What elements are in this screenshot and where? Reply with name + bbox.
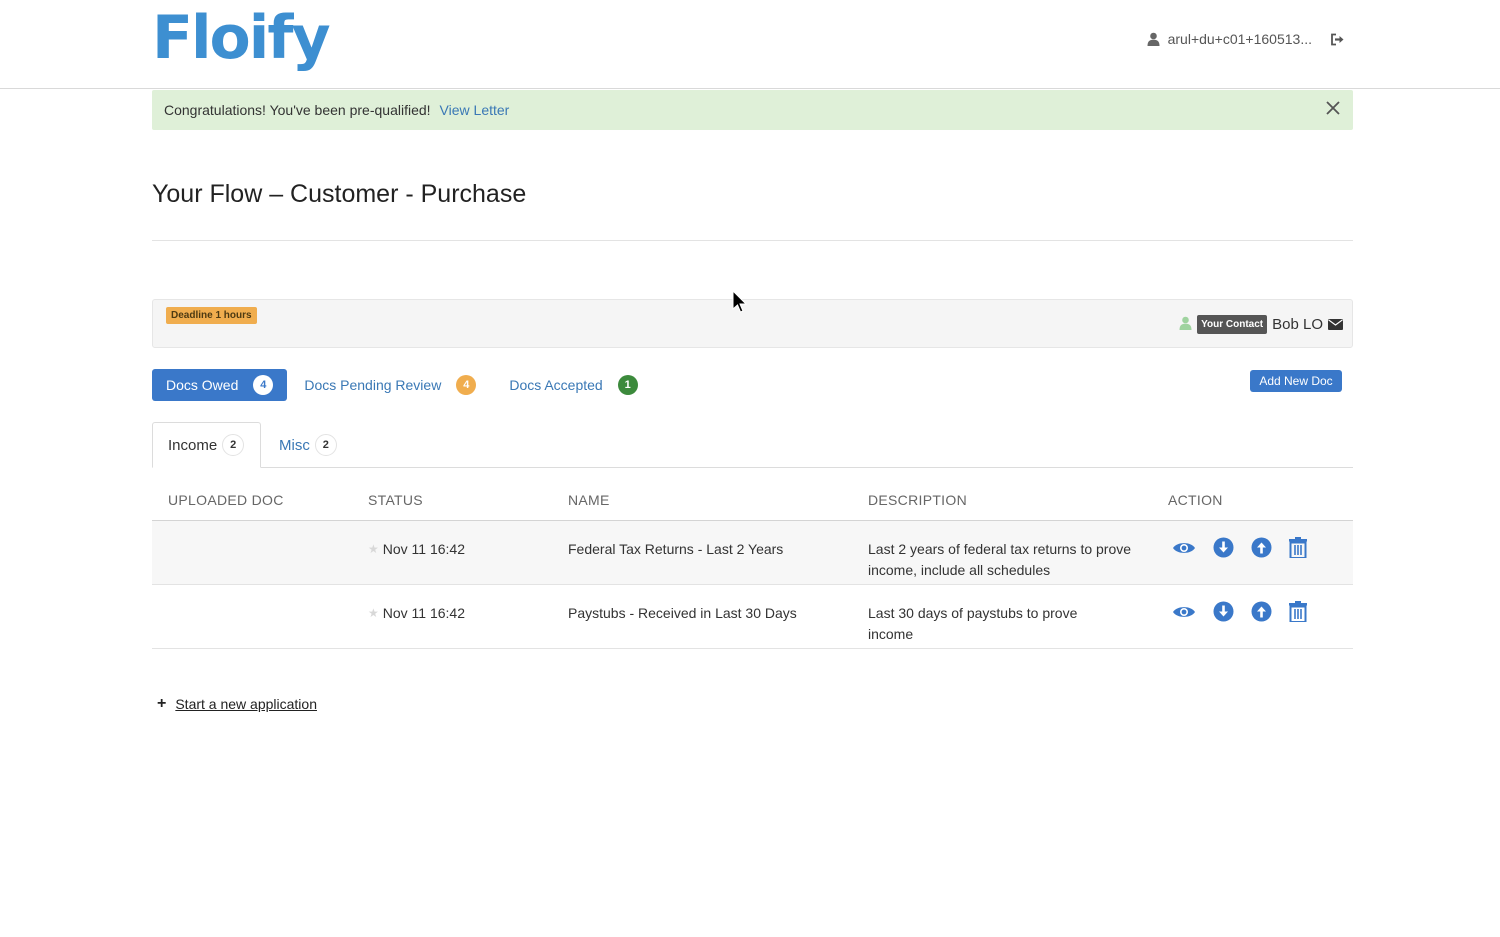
prequalified-alert: Congratulations! You've been pre-qualifi… [152,90,1353,130]
start-new-application-link[interactable]: Start a new application [175,696,317,712]
doc-description: Last 30 days of paystubs to prove income [868,605,1078,642]
doc-status-tabs: Docs Owed 4 Docs Pending Review 4 Docs A… [152,369,652,401]
count-badge: 2 [314,434,337,456]
column-header-action: ACTION [1168,492,1223,508]
floify-logo[interactable]: Floify [152,2,331,74]
tab-label: Docs Accepted [509,377,603,393]
plus-icon: + [157,695,167,712]
doc-description: Last 2 years of federal tax returns to p… [868,541,1132,578]
download-icon[interactable] [1213,601,1234,622]
close-icon[interactable] [1325,100,1341,119]
row-actions [1172,601,1307,622]
tab-income[interactable]: Income 2 [152,422,261,468]
tab-label: Docs Pending Review [304,377,442,393]
title-divider [152,240,1353,241]
table-header: UPLOADED DOC STATUS NAME DESCRIPTION ACT… [152,478,1353,521]
status-date: Nov 11 16:42 [382,541,466,557]
flow-info-bar: Deadline 1 hours Your Contact Bob LO [152,299,1353,348]
column-header-status: STATUS [368,492,423,508]
upload-icon[interactable] [1251,537,1272,558]
star-icon[interactable]: ★ [368,539,379,560]
tab-misc[interactable]: Misc 2 [264,422,352,468]
trash-icon[interactable] [1289,601,1307,622]
count-badge: 4 [253,375,274,395]
trash-icon[interactable] [1289,537,1307,558]
column-header-uploaded-doc: UPLOADED DOC [168,492,284,508]
tab-docs-owed[interactable]: Docs Owed 4 [152,369,288,401]
tab-label: Income [168,436,218,454]
your-contact-badge: Your Contact [1197,315,1268,334]
status-cell: ★ Nov 11 16:42 [368,539,465,560]
add-new-doc-button[interactable]: Add New Doc [1250,370,1342,392]
status-cell: ★ Nov 11 16:42 [368,603,465,624]
count-badge: 4 [456,375,477,395]
upload-icon[interactable] [1251,601,1272,622]
column-header-name: NAME [568,492,610,508]
username-link[interactable]: arul+du+c01+160513... [1168,31,1312,47]
mouse-cursor-icon [732,289,748,317]
page-title: Your Flow – Customer - Purchase [152,180,527,208]
contact-person-icon [1179,316,1192,333]
contact-name: Bob LO [1272,316,1323,333]
user-icon [1147,32,1160,46]
logout-icon[interactable] [1330,33,1345,46]
status-date: Nov 11 16:42 [382,605,466,621]
start-new-application[interactable]: + Start a new application [157,695,317,713]
view-letter-link[interactable]: View Letter [440,102,510,118]
tab-docs-pending-review[interactable]: Docs Pending Review 4 [290,369,490,401]
top-navbar: Floify arul+du+c01+160513... [0,0,1500,89]
count-badge: 1 [617,375,638,395]
download-icon[interactable] [1213,537,1234,558]
alert-message: Congratulations! You've been pre-qualifi… [164,102,431,118]
column-header-description: DESCRIPTION [868,492,967,508]
table-row: ★ Nov 11 16:42 Federal Tax Returns - Las… [152,521,1353,585]
tab-docs-accepted[interactable]: Docs Accepted 1 [495,369,651,401]
count-badge: 2 [222,434,245,456]
deadline-badge: Deadline 1 hours [166,307,257,324]
docs-table: UPLOADED DOC STATUS NAME DESCRIPTION ACT… [152,478,1353,649]
tab-label: Misc [279,436,310,454]
doc-name: Paystubs - Received in Last 30 Days [568,605,797,621]
category-tabs: Income 2 Misc 2 [152,422,1353,468]
envelope-icon[interactable] [1328,317,1343,333]
view-icon[interactable] [1172,541,1196,555]
row-actions [1172,537,1307,558]
table-row: ★ Nov 11 16:42 Paystubs - Received in La… [152,585,1353,649]
view-icon[interactable] [1172,605,1196,619]
contact-info: Your Contact Bob LO [1179,315,1343,334]
star-icon[interactable]: ★ [368,603,379,624]
doc-name: Federal Tax Returns - Last 2 Years [568,541,784,557]
user-menu: arul+du+c01+160513... [1147,31,1345,47]
tab-label: Docs Owed [166,377,239,393]
